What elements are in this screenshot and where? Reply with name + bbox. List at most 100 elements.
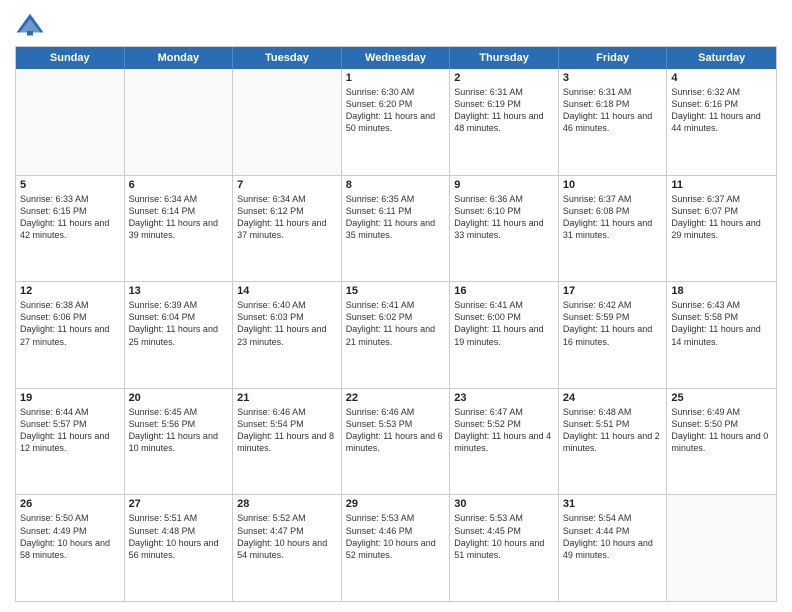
cell-info: Sunrise: 6:31 AM Sunset: 6:18 PM Dayligh…	[563, 86, 663, 135]
calendar-cell	[233, 69, 342, 175]
calendar-week-5: 26 Sunrise: 5:50 AM Sunset: 4:49 PM Dayli…	[16, 495, 776, 601]
cell-info: Sunrise: 6:31 AM Sunset: 6:19 PM Dayligh…	[454, 86, 554, 135]
day-number: 22	[346, 392, 446, 404]
cell-info: Sunrise: 6:48 AM Sunset: 5:51 PM Dayligh…	[563, 406, 663, 455]
day-number: 13	[129, 285, 229, 297]
day-number: 18	[671, 285, 772, 297]
day-number: 5	[20, 179, 120, 191]
calendar-cell: 5 Sunrise: 6:33 AM Sunset: 6:15 PM Daylig…	[16, 176, 125, 282]
cell-info: Sunrise: 6:46 AM Sunset: 5:53 PM Dayligh…	[346, 406, 446, 455]
day-number: 21	[237, 392, 337, 404]
cell-info: Sunrise: 6:35 AM Sunset: 6:11 PM Dayligh…	[346, 193, 446, 242]
day-number: 27	[129, 498, 229, 510]
calendar-cell: 14 Sunrise: 6:40 AM Sunset: 6:03 PM Dayli…	[233, 282, 342, 388]
logo	[15, 10, 47, 40]
cell-info: Sunrise: 6:43 AM Sunset: 5:58 PM Dayligh…	[671, 299, 772, 348]
cell-info: Sunrise: 5:53 AM Sunset: 4:46 PM Dayligh…	[346, 512, 446, 561]
cell-info: Sunrise: 6:37 AM Sunset: 6:08 PM Dayligh…	[563, 193, 663, 242]
calendar-cell: 2 Sunrise: 6:31 AM Sunset: 6:19 PM Daylig…	[450, 69, 559, 175]
calendar-cell: 22 Sunrise: 6:46 AM Sunset: 5:53 PM Dayli…	[342, 389, 451, 495]
day-number: 4	[671, 72, 772, 84]
day-number: 16	[454, 285, 554, 297]
day-number: 19	[20, 392, 120, 404]
calendar-cell: 30Sunrise: 5:53 AM Sunset: 4:45 PM Dayli…	[450, 495, 559, 601]
calendar-week-4: 19 Sunrise: 6:44 AM Sunset: 5:57 PM Dayli…	[16, 389, 776, 496]
day-number: 25	[671, 392, 772, 404]
day-number: 29	[346, 498, 446, 510]
header-day-saturday: Saturday	[667, 47, 776, 69]
cell-info: Sunrise: 5:50 AM Sunset: 4:49 PM Dayligh…	[20, 512, 120, 561]
calendar-cell: 3 Sunrise: 6:31 AM Sunset: 6:18 PM Daylig…	[559, 69, 668, 175]
cell-info: Sunrise: 6:41 AM Sunset: 6:02 PM Dayligh…	[346, 299, 446, 348]
day-number: 6	[129, 179, 229, 191]
cell-info: Sunrise: 6:30 AM Sunset: 6:20 PM Dayligh…	[346, 86, 446, 135]
calendar-cell: 12 Sunrise: 6:38 AM Sunset: 6:06 PM Dayli…	[16, 282, 125, 388]
cell-info: Sunrise: 6:36 AM Sunset: 6:10 PM Dayligh…	[454, 193, 554, 242]
day-number: 7	[237, 179, 337, 191]
day-number: 28	[237, 498, 337, 510]
calendar-cell: 23Sunrise: 6:47 AM Sunset: 5:52 PM Dayli…	[450, 389, 559, 495]
day-number: 12	[20, 285, 120, 297]
calendar-cell: 11Sunrise: 6:37 AM Sunset: 6:07 PM Dayli…	[667, 176, 776, 282]
calendar-cell: 10 Sunrise: 6:37 AM Sunset: 6:08 PM Dayli…	[559, 176, 668, 282]
calendar-cell: 15 Sunrise: 6:41 AM Sunset: 6:02 PM Dayli…	[342, 282, 451, 388]
calendar-cell: 4 Sunrise: 6:32 AM Sunset: 6:16 PM Daylig…	[667, 69, 776, 175]
day-number: 20	[129, 392, 229, 404]
calendar-cell: 7 Sunrise: 6:34 AM Sunset: 6:12 PM Daylig…	[233, 176, 342, 282]
logo-icon	[15, 10, 45, 40]
calendar-cell	[667, 495, 776, 601]
cell-info: Sunrise: 6:38 AM Sunset: 6:06 PM Dayligh…	[20, 299, 120, 348]
cell-info: Sunrise: 6:42 AM Sunset: 5:59 PM Dayligh…	[563, 299, 663, 348]
day-number: 3	[563, 72, 663, 84]
calendar-cell	[125, 69, 234, 175]
day-number: 31	[563, 498, 663, 510]
calendar-cell: 20 Sunrise: 6:45 AM Sunset: 5:56 PM Dayli…	[125, 389, 234, 495]
day-number: 9	[454, 179, 554, 191]
calendar-cell: 18 Sunrise: 6:43 AM Sunset: 5:58 PM Dayli…	[667, 282, 776, 388]
cell-info: Sunrise: 6:49 AM Sunset: 5:50 PM Dayligh…	[671, 406, 772, 455]
calendar-body: 1 Sunrise: 6:30 AM Sunset: 6:20 PM Daylig…	[16, 69, 776, 601]
day-number: 11	[671, 179, 772, 191]
cell-info: Sunrise: 6:46 AM Sunset: 5:54 PM Dayligh…	[237, 406, 337, 455]
calendar-cell: 21 Sunrise: 6:46 AM Sunset: 5:54 PM Dayli…	[233, 389, 342, 495]
cell-info: Sunrise: 6:33 AM Sunset: 6:15 PM Dayligh…	[20, 193, 120, 242]
day-number: 30	[454, 498, 554, 510]
page: SundayMondayTuesdayWednesdayThursdayFrid…	[0, 0, 792, 612]
day-number: 8	[346, 179, 446, 191]
cell-info: Sunrise: 6:45 AM Sunset: 5:56 PM Dayligh…	[129, 406, 229, 455]
calendar-cell: 16Sunrise: 6:41 AM Sunset: 6:00 PM Dayli…	[450, 282, 559, 388]
header-day-thursday: Thursday	[450, 47, 559, 69]
header-day-friday: Friday	[559, 47, 668, 69]
day-number: 17	[563, 285, 663, 297]
day-number: 24	[563, 392, 663, 404]
calendar-cell	[16, 69, 125, 175]
calendar-cell: 26 Sunrise: 5:50 AM Sunset: 4:49 PM Dayli…	[16, 495, 125, 601]
cell-info: Sunrise: 6:32 AM Sunset: 6:16 PM Dayligh…	[671, 86, 772, 135]
cell-info: Sunrise: 6:39 AM Sunset: 6:04 PM Dayligh…	[129, 299, 229, 348]
day-number: 2	[454, 72, 554, 84]
calendar: SundayMondayTuesdayWednesdayThursdayFrid…	[15, 46, 777, 602]
day-number: 14	[237, 285, 337, 297]
calendar-cell: 29 Sunrise: 5:53 AM Sunset: 4:46 PM Dayli…	[342, 495, 451, 601]
cell-info: Sunrise: 5:54 AM Sunset: 4:44 PM Dayligh…	[563, 512, 663, 561]
cell-info: Sunrise: 6:44 AM Sunset: 5:57 PM Dayligh…	[20, 406, 120, 455]
calendar-cell: 9 Sunrise: 6:36 AM Sunset: 6:10 PM Daylig…	[450, 176, 559, 282]
day-number: 1	[346, 72, 446, 84]
calendar-cell: 13 Sunrise: 6:39 AM Sunset: 6:04 PM Dayli…	[125, 282, 234, 388]
calendar-cell: 27Sunrise: 5:51 AM Sunset: 4:48 PM Dayli…	[125, 495, 234, 601]
day-number: 15	[346, 285, 446, 297]
cell-info: Sunrise: 6:40 AM Sunset: 6:03 PM Dayligh…	[237, 299, 337, 348]
calendar-week-2: 5 Sunrise: 6:33 AM Sunset: 6:15 PM Daylig…	[16, 176, 776, 283]
cell-info: Sunrise: 6:34 AM Sunset: 6:12 PM Dayligh…	[237, 193, 337, 242]
header	[15, 10, 777, 40]
day-number: 26	[20, 498, 120, 510]
calendar-week-3: 12 Sunrise: 6:38 AM Sunset: 6:06 PM Dayli…	[16, 282, 776, 389]
calendar-cell: 25 Sunrise: 6:49 AM Sunset: 5:50 PM Dayli…	[667, 389, 776, 495]
cell-info: Sunrise: 6:34 AM Sunset: 6:14 PM Dayligh…	[129, 193, 229, 242]
header-day-tuesday: Tuesday	[233, 47, 342, 69]
calendar-cell: 1 Sunrise: 6:30 AM Sunset: 6:20 PM Daylig…	[342, 69, 451, 175]
calendar-cell: 31 Sunrise: 5:54 AM Sunset: 4:44 PM Dayli…	[559, 495, 668, 601]
calendar-cell: 19 Sunrise: 6:44 AM Sunset: 5:57 PM Dayli…	[16, 389, 125, 495]
day-number: 10	[563, 179, 663, 191]
calendar-cell: 24 Sunrise: 6:48 AM Sunset: 5:51 PM Dayli…	[559, 389, 668, 495]
